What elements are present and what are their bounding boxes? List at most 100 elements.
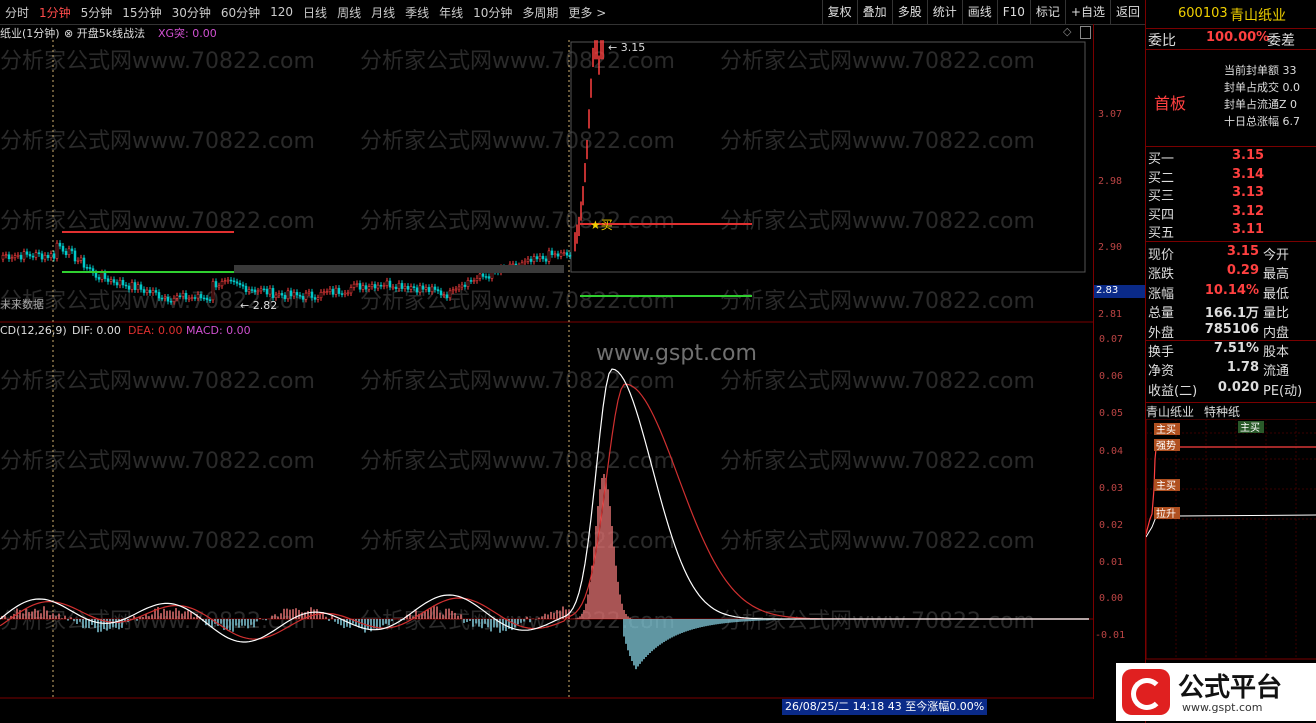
macd-tick: -0.01 — [1095, 630, 1126, 641]
quote-row: 总量 166.1万 量比 — [1146, 301, 1316, 322]
candle — [433, 286, 437, 290]
candle — [130, 282, 134, 290]
candle — [358, 283, 362, 290]
expand-icon[interactable] — [1080, 26, 1091, 39]
period-tab[interactable]: 1分钟 — [34, 4, 76, 21]
period-tab[interactable]: 年线 — [434, 4, 468, 21]
watermark: 分析家公式网www.70822.com — [360, 289, 675, 314]
seal-info-row: 十日总涨幅 6.7 — [1224, 115, 1300, 128]
candle — [391, 286, 395, 289]
candle — [319, 291, 323, 299]
period-tab[interactable]: 分时 — [0, 4, 34, 21]
candle — [187, 297, 191, 300]
candle — [478, 273, 482, 279]
candle — [271, 288, 275, 298]
period-tab[interactable]: 120 — [265, 5, 298, 19]
seal-info-row: 当前封单额 33 — [1224, 64, 1297, 77]
candle — [529, 258, 533, 262]
indicator-toggle-icon[interactable]: ⊗ — [64, 27, 73, 40]
candle — [115, 282, 119, 286]
weicha-label: 委差 — [1267, 33, 1295, 49]
period-tab[interactable]: 周线 — [332, 4, 366, 21]
quote-label-right: 最低 — [1263, 286, 1290, 302]
candle — [169, 301, 173, 303]
watermark: 分析家公式网www.70822.com — [720, 289, 1035, 314]
toolbar-action-button[interactable]: F10 — [996, 0, 1030, 24]
candle — [268, 288, 272, 295]
period-tab[interactable]: 季线 — [400, 4, 434, 21]
candle — [376, 284, 380, 289]
watermark: 分析家公式网www.70822.com — [720, 369, 1035, 394]
quote-label-right: 内盘 — [1263, 325, 1290, 341]
kline-chart[interactable]: 分析家公式网www.70822.com 分析家公式网www.70822.com 分析… — [0, 24, 1093, 715]
candle — [166, 296, 170, 302]
indicator-name[interactable]: ⊗ 开盘5k线战法 — [64, 25, 145, 41]
candle — [1, 255, 5, 260]
price-tick: 3.07 — [1098, 109, 1123, 120]
dif-line — [0, 368, 1089, 643]
period-tab[interactable]: 60分钟 — [216, 4, 265, 21]
price-tick: 2.98 — [1098, 176, 1123, 187]
period-tab[interactable]: 日线 — [298, 4, 332, 21]
toolbar-action-button[interactable]: 画线 — [961, 0, 997, 24]
toolbar-action-button[interactable]: 叠加 — [856, 0, 892, 24]
candle — [334, 287, 338, 295]
bid-label: 买三 — [1148, 189, 1175, 205]
bid-price: 3.14 — [1232, 166, 1265, 182]
toolbar-action-button[interactable]: 多股 — [891, 0, 927, 24]
quote-value: 0.020 — [1217, 379, 1259, 395]
watermark: 分析家公式网www.70822.com — [0, 129, 315, 154]
period-tab[interactable]: 月线 — [366, 4, 400, 21]
candle — [88, 267, 92, 269]
macd-tick: 0.04 — [1099, 446, 1124, 457]
watermark: 分析家公式网www.70822.com — [360, 129, 675, 154]
seal-info-row: 封单占流通Z 0 — [1224, 98, 1298, 111]
quote-value: 166.1万 — [1204, 306, 1259, 322]
svg-text:主买: 主买 — [1156, 480, 1176, 492]
bid-row[interactable]: 买五 3.11 — [1146, 221, 1316, 241]
candle — [304, 292, 308, 300]
buy-signal-tag: ★买 — [590, 218, 613, 232]
quote-value: 7.51% — [1213, 341, 1259, 356]
candle — [355, 283, 359, 285]
bid-row[interactable]: 买三 3.13 — [1146, 184, 1316, 205]
quote-label-right: 流通 — [1263, 364, 1290, 380]
toolbar-action-button[interactable]: 统计 — [926, 0, 962, 24]
toolbar-action-button[interactable]: 标记 — [1029, 0, 1065, 24]
candle — [340, 293, 344, 295]
candle — [250, 289, 254, 291]
stock-code: 600103 — [1178, 6, 1228, 21]
watermark: 分析家公式网www.70822.com — [360, 209, 675, 234]
diamond-icon[interactable]: ◇ — [1063, 25, 1071, 38]
toolbar-action-button[interactable]: +自选 — [1064, 0, 1110, 24]
candle — [295, 292, 299, 296]
toolbar-action-button[interactable]: 复权 — [821, 0, 857, 24]
candle — [241, 284, 245, 287]
stock-header: 600103 青山纸业 — [1146, 0, 1316, 29]
quote-row: 收益(二) 0.020 PE(动) — [1146, 379, 1316, 399]
xg-label: XG突: 0.00 — [158, 27, 217, 40]
watermark: 分析家公式网www.70822.com — [720, 209, 1035, 234]
period-tab[interactable]: 10分钟 — [468, 4, 517, 21]
period-tab[interactable]: 30分钟 — [167, 4, 216, 21]
period-tab[interactable]: 更多 > — [563, 4, 611, 21]
chart-area[interactable]: 分析家公式网www.70822.com 分析家公式网www.70822.com 分析… — [0, 24, 1093, 715]
bid-row[interactable]: 买四 3.12 — [1146, 203, 1316, 223]
bid-row[interactable]: 买一 3.15 — [1146, 147, 1316, 167]
candle — [193, 297, 197, 299]
candle — [394, 286, 398, 290]
candle — [262, 288, 266, 291]
bid-row[interactable]: 买二 3.14 — [1146, 166, 1316, 186]
candle — [337, 287, 341, 294]
period-tab[interactable]: 多周期 — [517, 4, 563, 21]
candle — [562, 252, 566, 254]
candle — [103, 272, 107, 279]
toolbar-action-button[interactable]: 返回 — [1109, 0, 1145, 24]
period-tab[interactable]: 5分钟 — [76, 4, 118, 21]
candle — [286, 290, 290, 300]
candle — [10, 257, 14, 260]
quote-label: 外盘 — [1148, 325, 1175, 341]
candle — [16, 254, 20, 257]
watermark: 分析家公式网www.70822.com — [720, 449, 1035, 474]
period-tab[interactable]: 15分钟 — [117, 4, 166, 21]
